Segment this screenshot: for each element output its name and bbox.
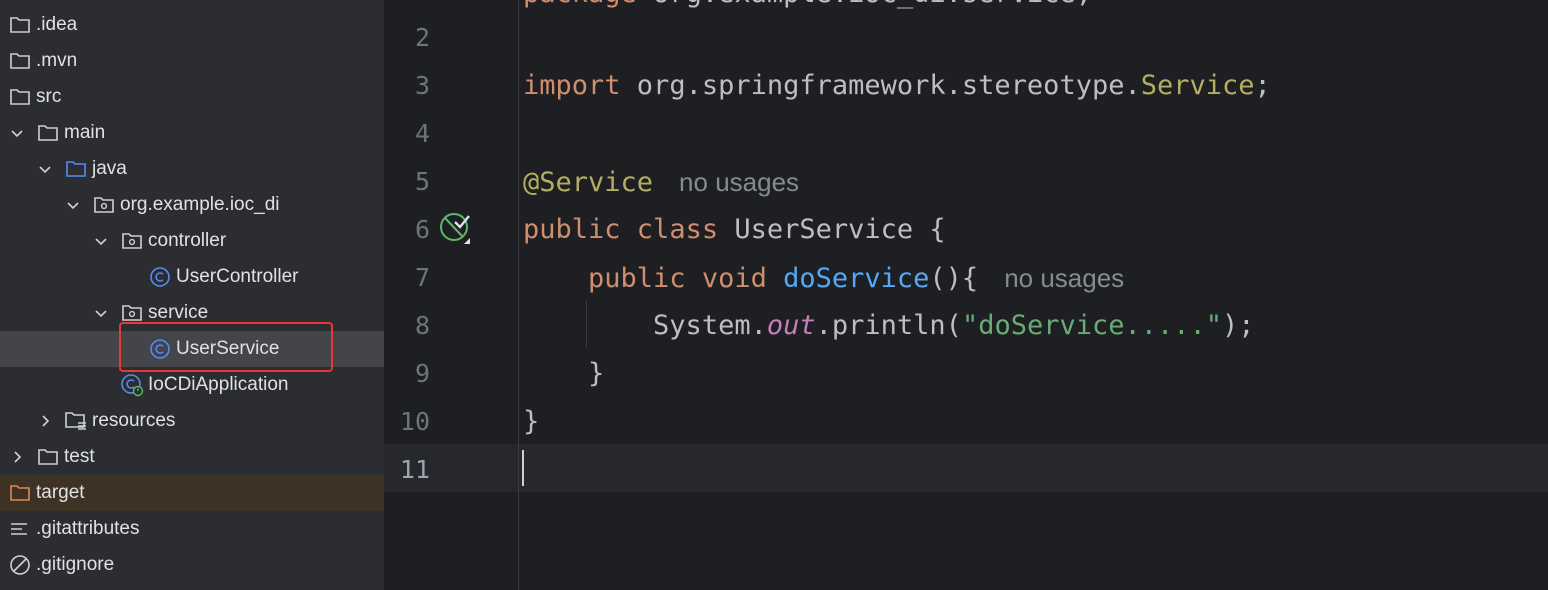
tree-item-controller[interactable]: controller [0,223,384,259]
tree-item-mvn[interactable]: .mvn [0,43,384,79]
code-line-7: public void doService(){no usages [588,263,1125,294]
tree-item-label: main [64,122,106,143]
tree-item-service[interactable]: service [0,295,384,331]
tree-item-label: UserController [176,266,299,287]
tree-item-target[interactable]: target [0,475,384,511]
chevron-down-icon[interactable] [8,124,26,142]
folder-icon [8,13,32,37]
tree-item-label: .mvn [36,50,78,71]
spring-bean-gutter-icon[interactable] [438,210,472,246]
gutter-separator [518,0,519,590]
tree-item-label: src [36,86,62,107]
tree-item-label: controller [148,230,227,251]
line-number: 8 [414,311,430,340]
excluded-folder-icon [8,481,32,505]
line-number: 4 [414,119,430,148]
folder-icon [36,121,60,145]
tree-item-idea[interactable]: .idea [0,7,384,43]
code-line-3: import org.springframework.stereotype.Se… [523,70,1271,101]
tree-item-label: .gitattributes [36,518,140,539]
line-number: 7 [414,263,430,292]
current-line-highlight [384,444,1548,492]
tree-item-label: resources [92,410,176,431]
code-line-1-clipped: package org.example.ioc_di.service; [523,0,1092,18]
line-number: 9 [414,359,430,388]
ignore-file-icon [8,553,32,577]
tree-item-label: target [36,482,85,503]
tree-item-label: IoCDiApplication [148,374,289,395]
tree-item-label: service [148,302,209,323]
tree-item-test[interactable]: test [0,439,384,475]
chevron-down-icon[interactable] [92,232,110,250]
package-icon [120,301,144,325]
tree-item-label: java [92,158,127,179]
folder-icon [8,85,32,109]
package-icon [120,229,144,253]
package-icon [92,193,116,217]
source-folder-icon [64,157,88,181]
project-tree: .idea .mvn src main java org.example.ioc… [0,0,384,590]
chevron-right-icon[interactable] [36,412,54,430]
tree-item-src[interactable]: src [0,79,384,115]
java-class-icon [148,265,172,289]
tree-item-usercontroller[interactable]: UserController [0,259,384,295]
usages-inlay-hint[interactable]: no usages [679,167,799,197]
tree-item-resources[interactable]: resources [0,403,384,439]
tree-item-label: org.example.ioc_di [120,194,280,215]
tree-item-package-root[interactable]: org.example.ioc_di [0,187,384,223]
tree-item-userservice[interactable]: UserService [0,331,384,367]
line-number: 6 [414,215,430,244]
chevron-down-icon[interactable] [36,160,54,178]
code-line-8: System.out.println("doService....."); [653,310,1255,341]
tree-item-label: UserService [176,338,280,359]
line-number: 2 [414,23,430,52]
tree-item-gitattributes[interactable]: .gitattributes [0,511,384,547]
tree-item-label: .idea [36,14,78,35]
code-line-5: @Service no usages [523,167,800,198]
code-line-6: public class UserService { [523,214,946,245]
line-number: 5 [414,167,430,196]
text-caret [522,450,524,486]
usages-inlay-hint[interactable]: no usages [1004,263,1124,293]
code-editor[interactable]: package org.example.ioc_di.service; 2 3 … [384,0,1548,590]
text-file-icon [8,517,32,541]
code-line-9: } [523,358,605,389]
folder-icon [36,445,60,469]
tree-item-gitignore[interactable]: .gitignore [0,547,384,583]
line-number: 3 [414,71,430,100]
code-line-10: } [523,406,540,437]
line-number: 10 [399,407,430,436]
tree-item-label: test [64,446,95,467]
tree-item-iocdiapplication[interactable]: IoCDiApplication [0,367,384,403]
chevron-right-icon[interactable] [8,448,26,466]
resources-folder-icon [64,409,88,433]
chevron-down-icon[interactable] [64,196,82,214]
java-class-icon [148,337,172,361]
line-number-current: 11 [399,455,430,484]
chevron-down-icon[interactable] [92,304,110,322]
tree-item-java[interactable]: java [0,151,384,187]
tree-item-label: .gitignore [36,554,115,575]
tree-item-main[interactable]: main [0,115,384,151]
spring-boot-class-icon [120,373,144,397]
folder-icon [8,49,32,73]
